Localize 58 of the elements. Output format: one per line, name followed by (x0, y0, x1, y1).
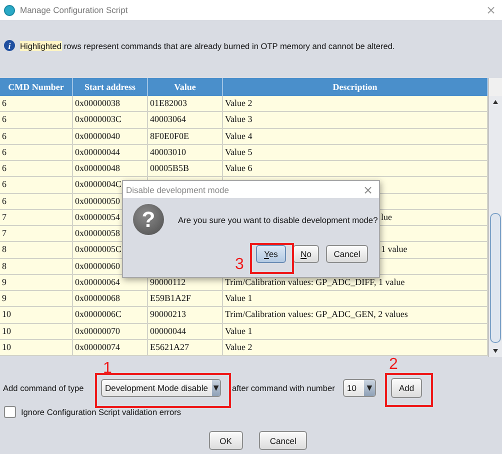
dialog-button[interactable]: Yes (256, 245, 286, 263)
dialog-button[interactable]: Cancel (326, 245, 368, 263)
add-button[interactable]: Add (391, 378, 422, 398)
question-icon: ? (133, 204, 164, 235)
checkbox[interactable] (4, 406, 16, 418)
annotation-number: 2 (389, 357, 398, 373)
table-cell: 00000044 (148, 324, 223, 339)
table-cell: E59B1A2F (148, 291, 223, 306)
highlight-frame (385, 373, 433, 407)
field-label: after command with number (232, 383, 336, 393)
annotation-number: 3 (235, 257, 244, 273)
table-cell: 8 (0, 242, 73, 258)
dialog-button[interactable]: Cancel (258, 431, 308, 450)
checkbox-label: Ignore Configuration Script validation errors (21, 407, 182, 417)
table-cell: 0x00000048 (73, 161, 148, 176)
scroll-up-icon[interactable] (493, 100, 498, 104)
table-cell: 0x00000040 (73, 128, 148, 144)
window-title: Manage Configuration Script (20, 5, 129, 15)
info-message: Highlighted rows represent commands that are already burned in OTP memory and cannot be altered. (20, 40, 395, 50)
table-cell: 40003010 (148, 144, 223, 160)
table-cell: 6 (0, 128, 73, 144)
annotation-number: 1 (103, 361, 112, 377)
table-cell: 0x00000070 (73, 324, 148, 339)
highlight-frame (250, 243, 294, 274)
info-icon: i (4, 40, 15, 51)
table-cell: 6 (0, 177, 73, 192)
dialog-button[interactable]: OK (208, 431, 243, 450)
table-cell: 0x00000068 (73, 291, 148, 306)
field-label: Add command of type (3, 383, 85, 393)
table-cell: 90000213 (148, 307, 223, 322)
table-cell: 0x00000038 (73, 96, 148, 112)
table-cell: 8 (0, 258, 73, 274)
table-cell: 40003064 (148, 112, 223, 128)
table-cell: 7 (0, 226, 73, 242)
table-cell: 6 (0, 112, 73, 128)
table-cell: 0x00000074 (73, 340, 148, 355)
table-cell: 7 (0, 210, 73, 225)
table-cell: 0x0000003C (73, 112, 148, 128)
table-cell: 6 (0, 194, 73, 209)
table-cell: 6 (0, 144, 73, 160)
dialog-button[interactable]: No (293, 245, 319, 263)
scroll-down-icon[interactable] (493, 349, 498, 353)
table-cell: 9 (0, 291, 73, 306)
table-cell: 9 (0, 274, 73, 290)
close-icon[interactable]: × (362, 184, 373, 196)
table-cell: 01E82003 (148, 96, 223, 112)
table-cell: 10 (0, 324, 73, 339)
table-cell: 6 (0, 161, 73, 176)
table-cell: 0x0000006C (73, 307, 148, 322)
table-cell: 8F0E0F0E (148, 128, 223, 144)
table-cell: 0x00000044 (73, 144, 148, 160)
scroll-thumb[interactable] (490, 213, 501, 343)
table-cell: E5621A27 (148, 340, 223, 355)
table-cell: 10 (0, 307, 73, 322)
table-cell: 6 (0, 96, 73, 112)
table-cell: 00005B5B (148, 161, 223, 176)
app-icon (4, 4, 15, 16)
table-cell: 10 (0, 340, 73, 355)
